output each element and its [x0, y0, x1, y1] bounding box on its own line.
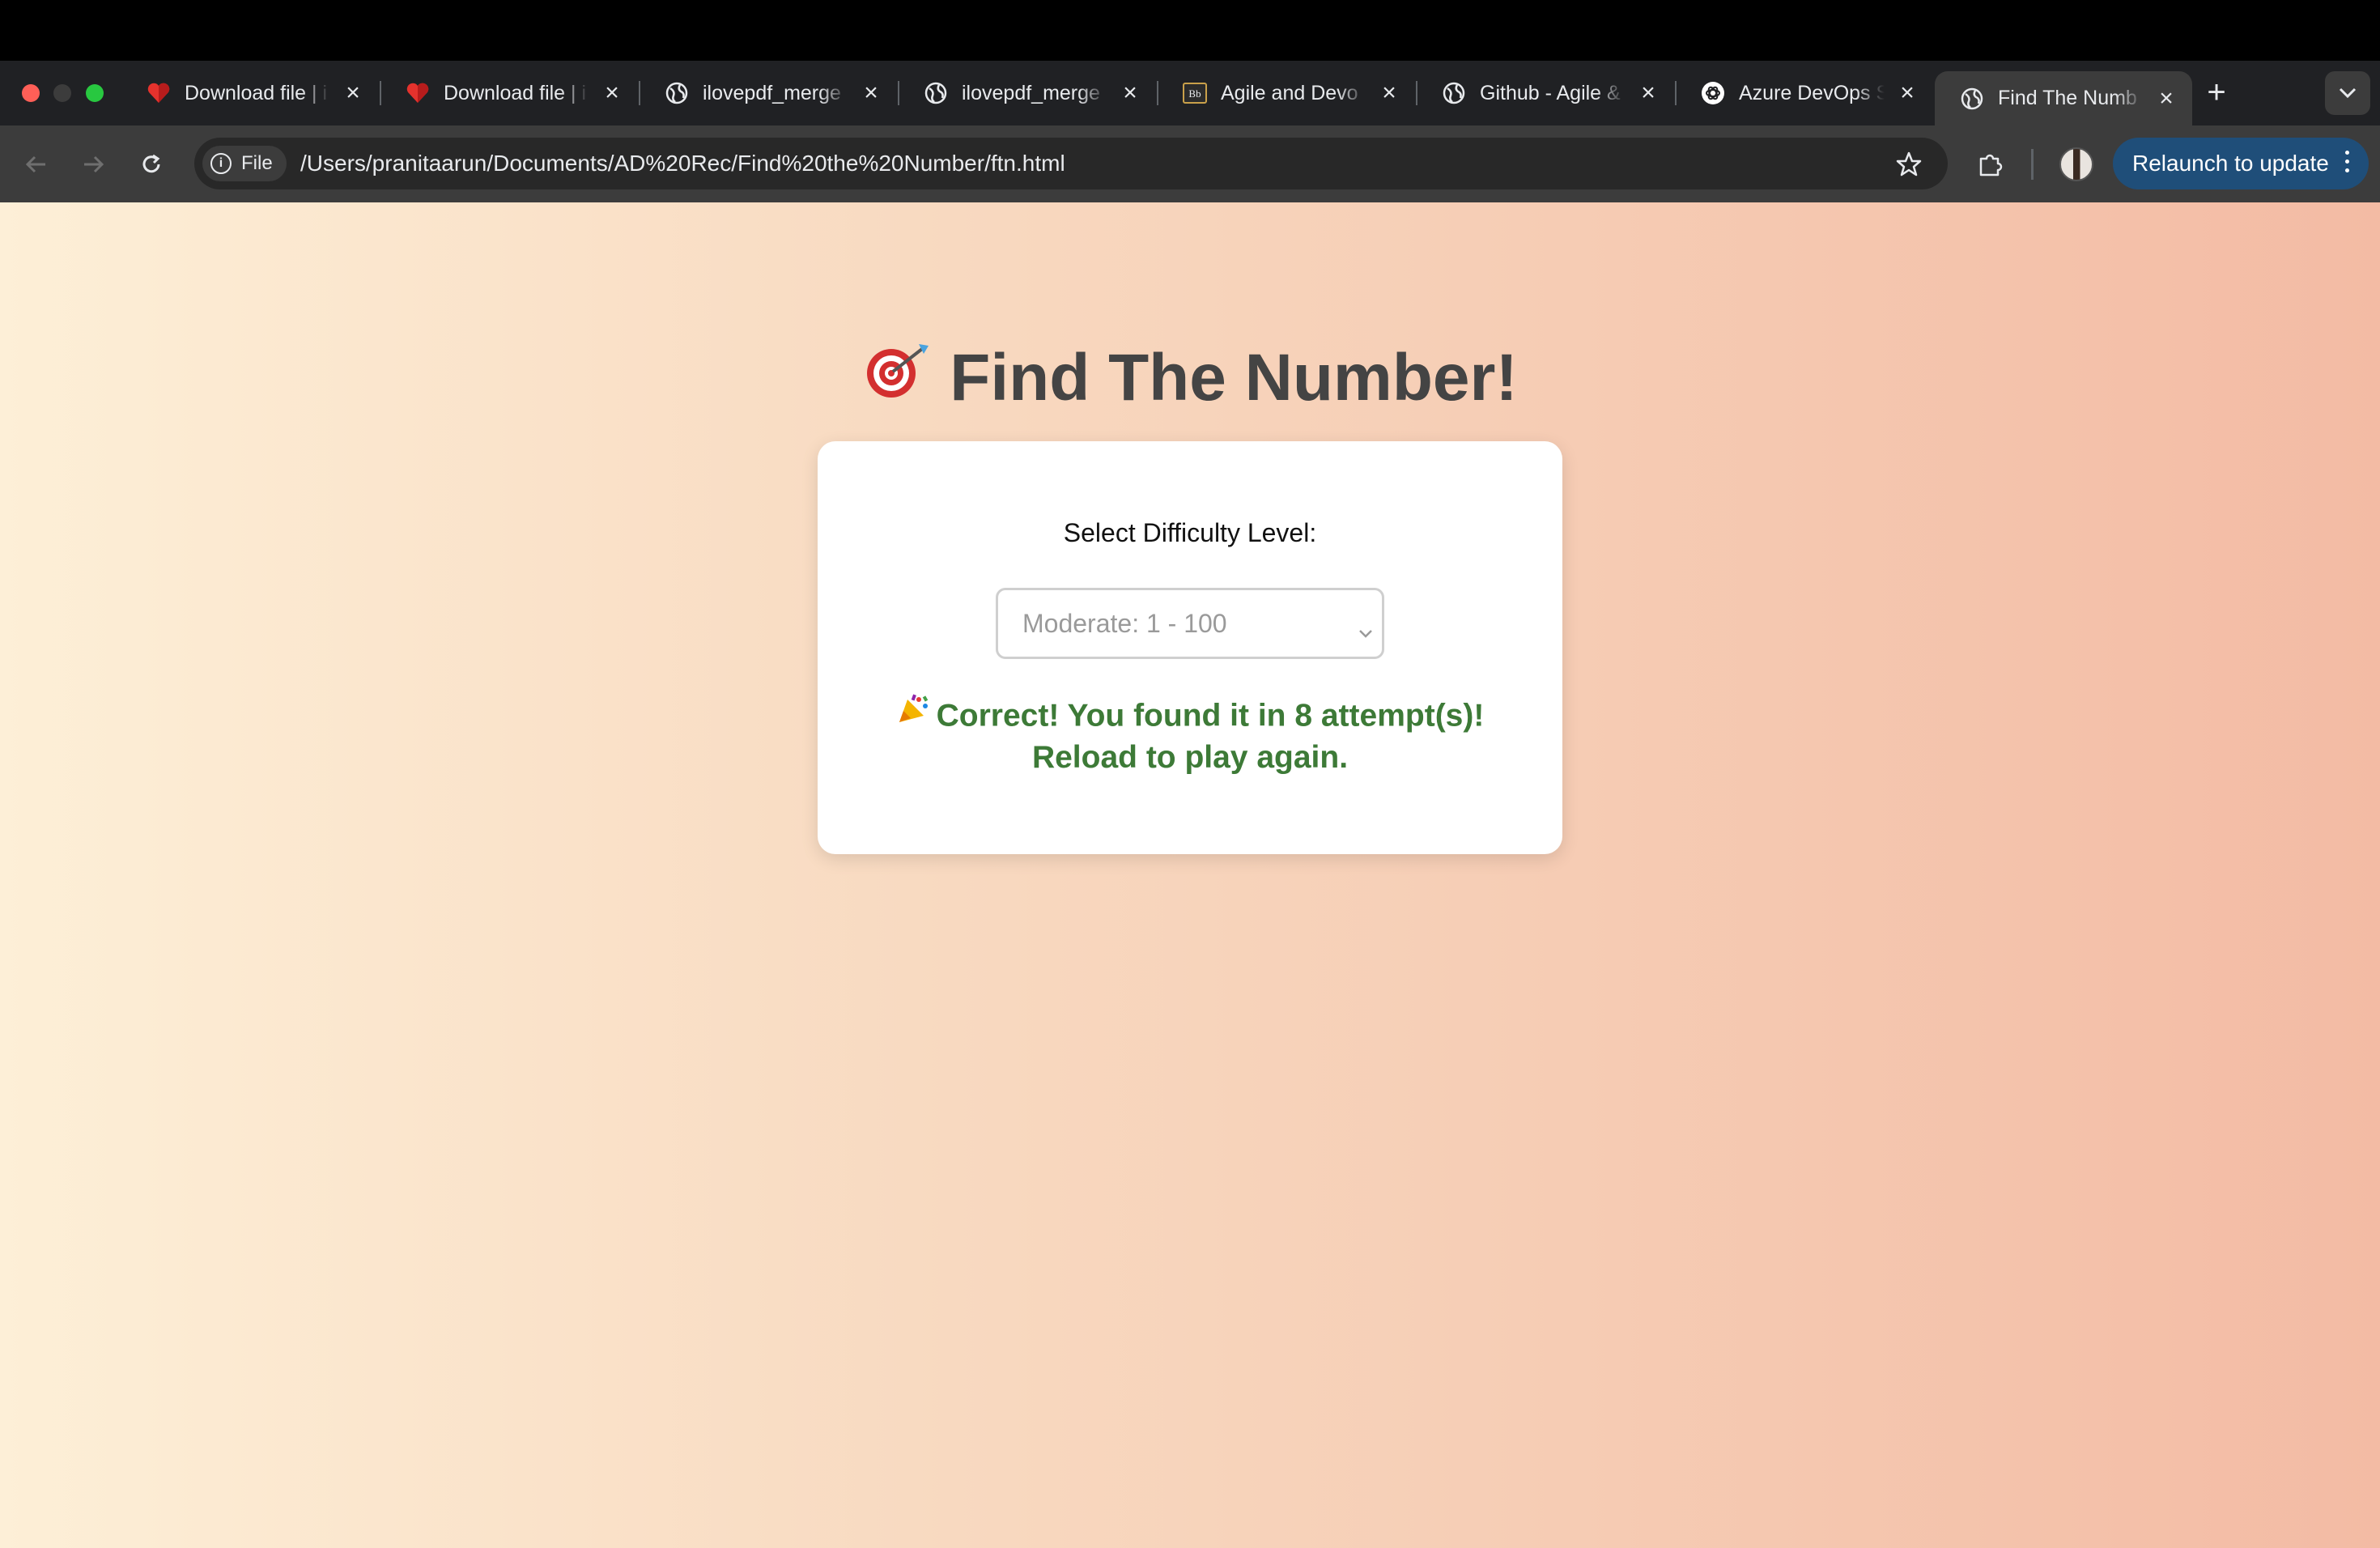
site-info-chip[interactable]: i File [202, 146, 287, 181]
maximize-window-button[interactable] [86, 84, 104, 102]
tab-github-agile[interactable]: Github - Agile & × [1417, 71, 1674, 115]
tab-title: Find The Numb [1998, 87, 2137, 109]
tab-title: ilovepdf_merge [703, 81, 841, 104]
bookmark-button[interactable] [1890, 146, 1927, 183]
toolbar-divider [2031, 149, 2034, 180]
svg-text:Bb: Bb [1188, 87, 1201, 100]
close-window-button[interactable] [22, 84, 40, 102]
close-icon[interactable]: × [1119, 79, 1141, 106]
menu-bar-area [0, 0, 2380, 61]
relaunch-to-update-button[interactable]: Relaunch to update [2113, 138, 2369, 189]
tab-find-the-number[interactable]: Find The Numb × [1935, 71, 2192, 125]
reload-icon [142, 154, 160, 173]
back-button[interactable] [16, 144, 57, 185]
tab-download-file-1[interactable]: Download file | i × [121, 71, 379, 115]
page-viewport: Find The Number! Select Difficulty Level… [0, 202, 2380, 1548]
globe-icon [1959, 86, 1985, 112]
arrow-left-icon [25, 155, 45, 173]
tab-title: Agile and Devo [1221, 81, 1358, 104]
tab-download-file-2[interactable]: Download file | i × [380, 71, 638, 115]
close-icon[interactable]: × [1637, 79, 1660, 106]
pdf-heart-icon [405, 80, 431, 106]
pdf-heart-icon [146, 80, 172, 106]
site-chip-label: File [241, 152, 273, 174]
blackboard-icon: Bb [1182, 80, 1208, 106]
difficulty-select[interactable]: Moderate: 1 - 100 [996, 588, 1384, 659]
difficulty-label: Select Difficulty Level: [1063, 518, 1317, 547]
chevron-down-icon [1358, 616, 1374, 646]
arrow-right-icon [84, 155, 104, 173]
tab-ilovepdf-merge-2[interactable]: ilovepdf_merge × [899, 71, 1156, 115]
result-message: Correct! You found it in 8 attempt(s)! R… [818, 693, 1562, 777]
page-title: Find The Number! [0, 340, 2380, 420]
result-line-1: Correct! You found it in 8 attempt(s)! [818, 693, 1562, 738]
url-text[interactable]: /Users/pranitaarun/Documents/AD%20Rec/Fi… [300, 147, 1065, 181]
difficulty-selected-value: Moderate: 1 - 100 [1022, 608, 1227, 638]
forward-button[interactable] [73, 144, 113, 185]
profile-avatar[interactable] [2059, 147, 2093, 181]
title-text: Find The Number! [950, 341, 1518, 415]
tab-search-button[interactable] [2325, 71, 2370, 115]
puzzle-icon [1979, 154, 2003, 176]
close-icon[interactable]: × [1896, 79, 1919, 106]
info-icon: i [210, 153, 232, 174]
globe-icon [664, 80, 690, 106]
new-tab-button[interactable]: + [2199, 74, 2234, 110]
openai-icon [1700, 80, 1726, 106]
tab-title: Azure DevOps S [1739, 81, 1885, 104]
close-icon[interactable]: × [342, 79, 364, 106]
tab-azure-devops[interactable]: Azure DevOps S × [1676, 71, 1933, 115]
tab-title: Download file | i [444, 81, 587, 104]
extensions-button[interactable] [1972, 146, 2009, 183]
result-text: Correct! You found it in 8 attempt(s)! [936, 698, 1485, 734]
close-icon[interactable]: × [1378, 79, 1400, 106]
reload-button[interactable] [131, 144, 172, 185]
close-icon[interactable]: × [860, 79, 882, 106]
result-line-2: Reload to play again. [1031, 740, 1349, 775]
tab-ilovepdf-merge-1[interactable]: ilovepdf_merge × [640, 71, 897, 115]
tab-title: Download file | i [185, 81, 328, 104]
chevron-down-icon [2339, 87, 2357, 99]
tab-agile-devops[interactable]: Bb Agile and Devo × [1158, 71, 1415, 115]
target-dart-icon [862, 339, 932, 415]
globe-icon [923, 80, 949, 106]
minimize-window-button[interactable] [53, 84, 71, 102]
star-icon [1896, 151, 1922, 176]
tab-title: ilovepdf_merge [962, 81, 1100, 104]
more-menu-icon[interactable] [2345, 151, 2349, 172]
globe-icon [1441, 80, 1467, 106]
relaunch-label: Relaunch to update [2132, 151, 2329, 176]
party-popper-icon [896, 693, 930, 735]
close-icon[interactable]: × [2155, 85, 2178, 112]
tab-title: Github - Agile & [1480, 81, 1621, 104]
close-icon[interactable]: × [601, 79, 623, 106]
